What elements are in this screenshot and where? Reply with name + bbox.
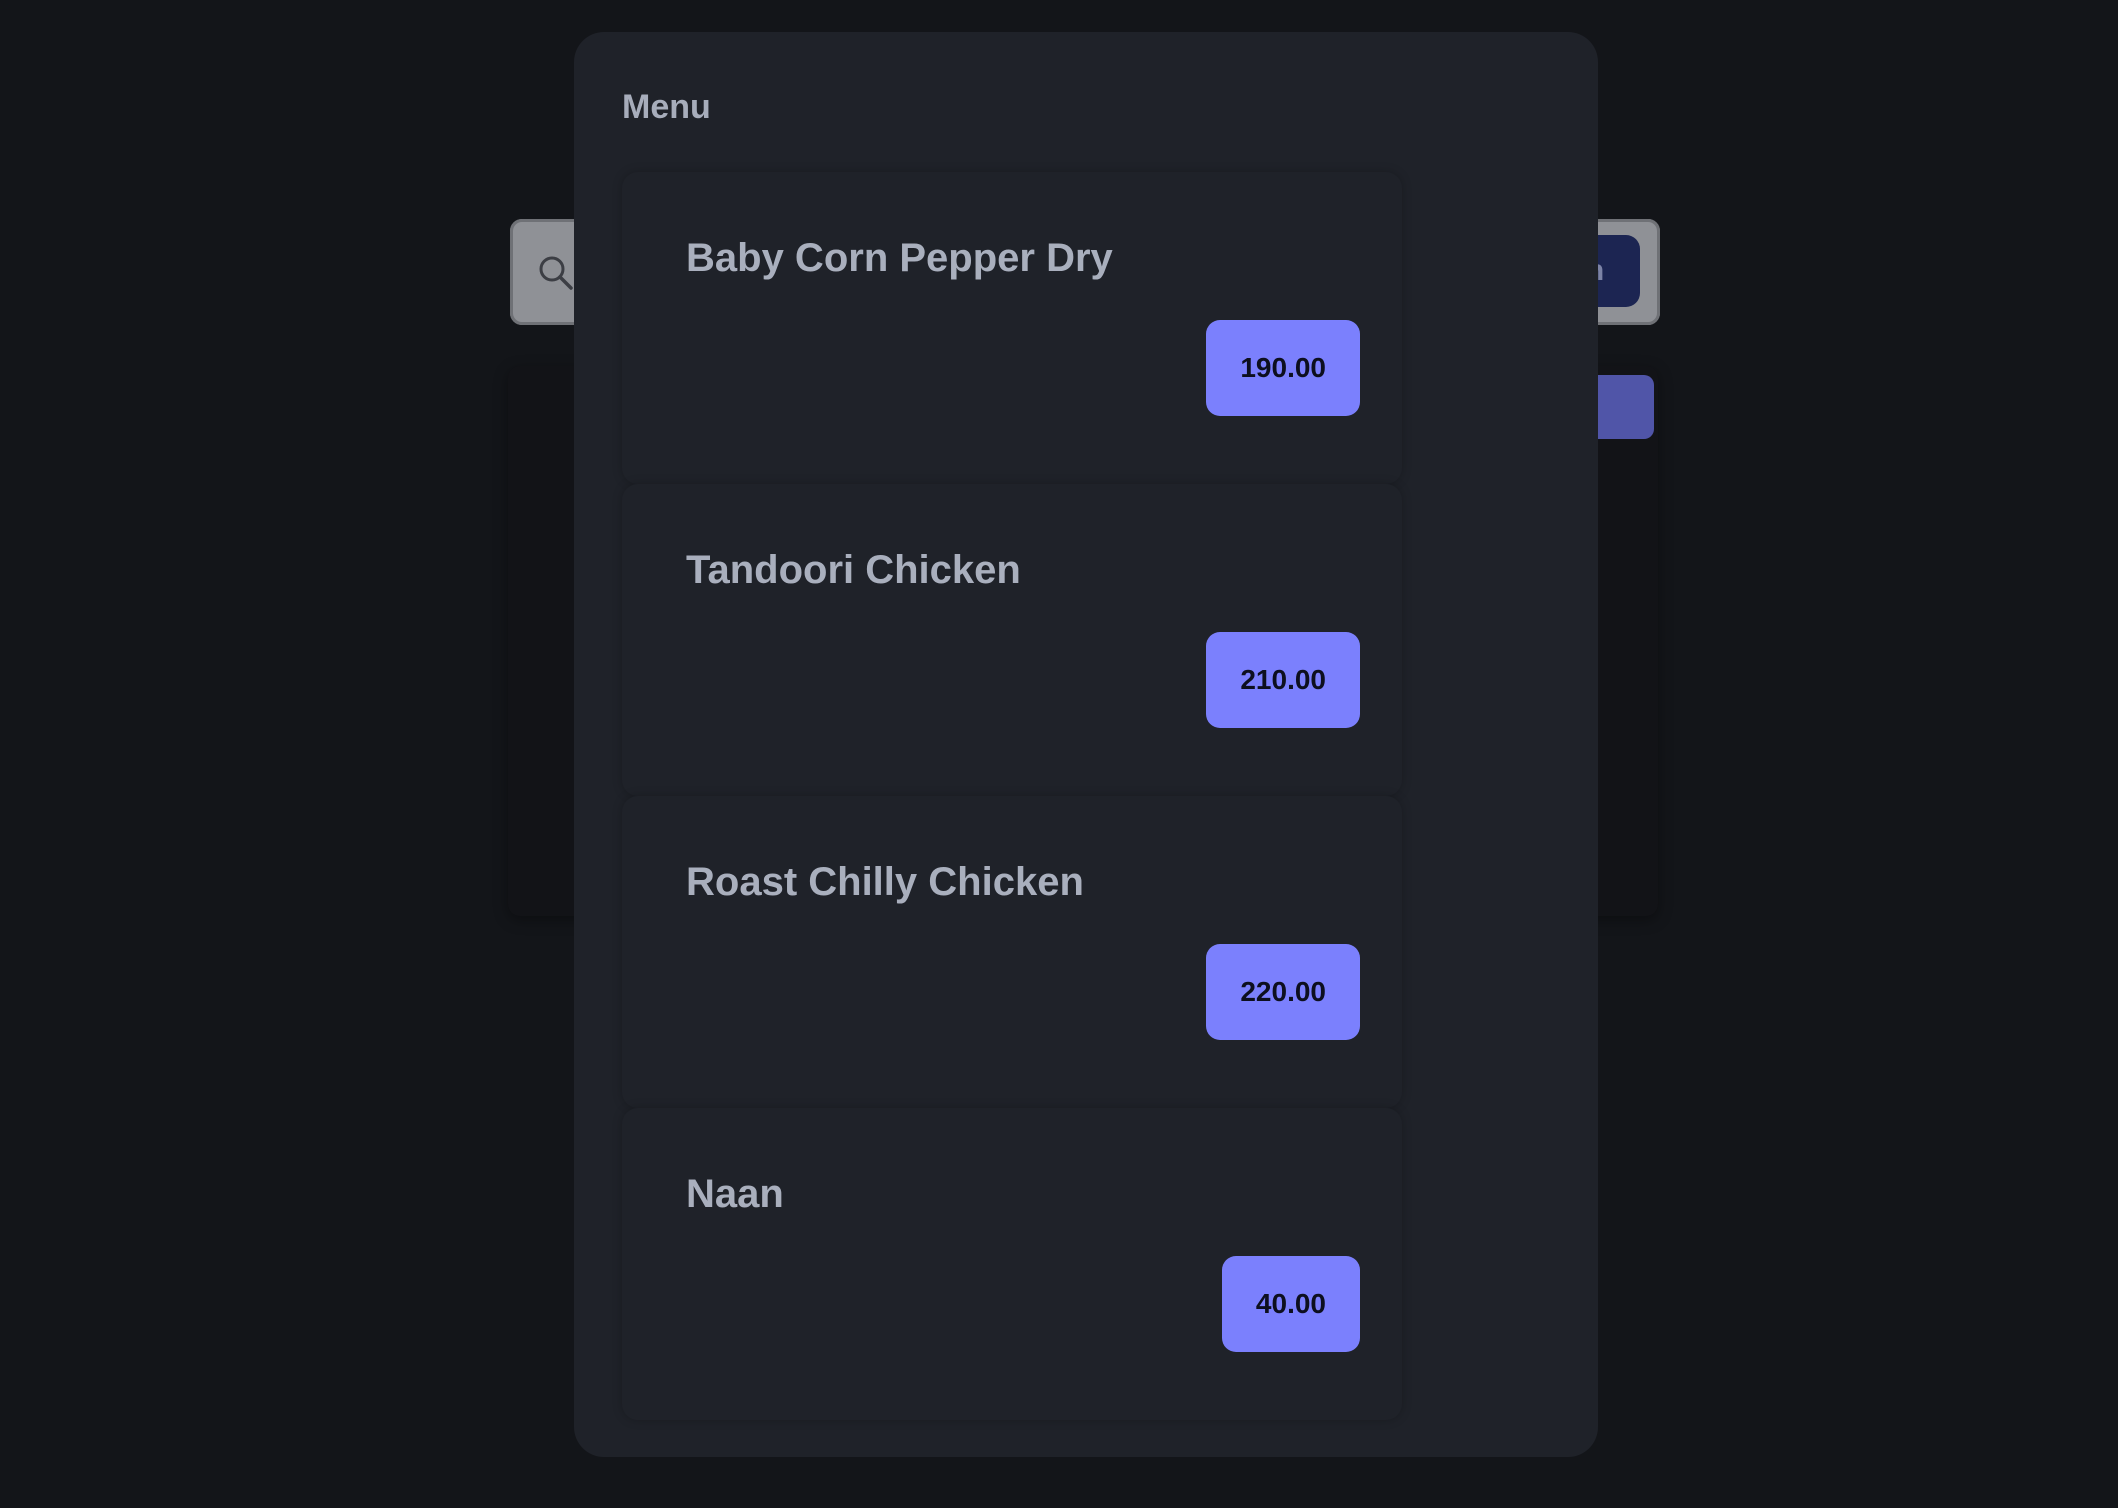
price-button[interactable]: 190.00	[1206, 320, 1360, 416]
price-button[interactable]: 40.00	[1221, 1256, 1360, 1352]
menu-item-card[interactable]: Roast Chilly Chicken 220.00	[622, 796, 1402, 1108]
page: h Menu Baby Corn Pepper Dry 190.00 Tando…	[0, 0, 2118, 1508]
dish-name: Naan	[686, 1172, 784, 1216]
dish-name: Roast Chilly Chicken	[686, 860, 1084, 904]
menu-modal: Menu Baby Corn Pepper Dry 190.00 Tandoor…	[574, 32, 1598, 1457]
dish-name: Tandoori Chicken	[686, 548, 1021, 592]
modal-title: Menu	[622, 88, 711, 126]
menu-item-card[interactable]: Naan 40.00	[622, 1108, 1402, 1420]
dish-name: Baby Corn Pepper Dry	[686, 236, 1113, 280]
search-icon	[536, 253, 576, 293]
menu-item-card[interactable]: Baby Corn Pepper Dry 190.00	[622, 172, 1402, 484]
menu-item-card[interactable]: Tandoori Chicken 210.00	[622, 484, 1402, 796]
price-button[interactable]: 220.00	[1206, 944, 1360, 1040]
price-button[interactable]: 210.00	[1206, 632, 1360, 728]
menu-list: Baby Corn Pepper Dry 190.00 Tandoori Chi…	[622, 172, 1402, 1420]
